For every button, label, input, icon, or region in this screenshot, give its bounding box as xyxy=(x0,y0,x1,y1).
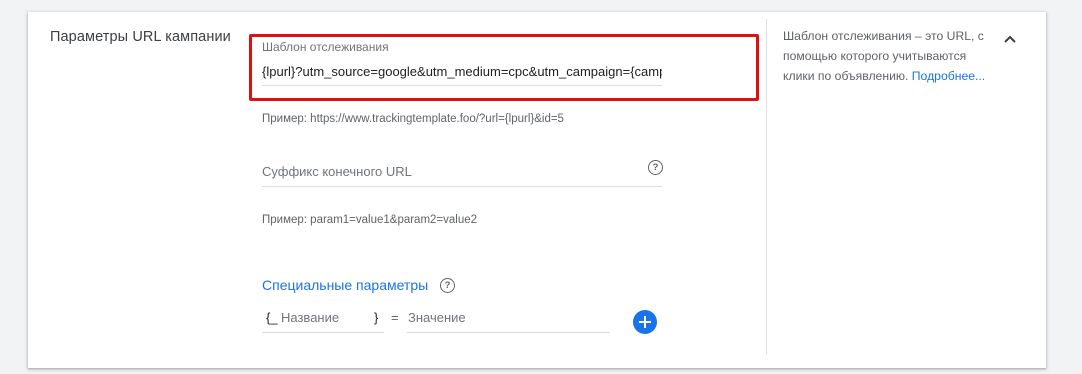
side-help: Шаблон отслеживания – это URL, с помощью… xyxy=(783,26,993,86)
custom-param-name-underline xyxy=(262,332,384,333)
help-circle-icon[interactable]: ? xyxy=(440,278,455,293)
final-url-suffix-input[interactable]: Суффикс конечного URL xyxy=(262,164,412,179)
custom-param-equals: = xyxy=(391,310,399,325)
custom-param-name-input[interactable]: Название xyxy=(281,310,339,325)
add-custom-param-button[interactable] xyxy=(633,310,657,334)
highlight-frame xyxy=(249,34,759,101)
custom-params-heading[interactable]: Специальные параметры xyxy=(262,277,428,293)
custom-param-close-brace: } xyxy=(374,310,379,325)
side-divider xyxy=(766,19,767,354)
plus-icon xyxy=(639,316,651,328)
learn-more-link[interactable]: Подробнее... xyxy=(912,69,985,83)
final-url-suffix-example: Пример: param1=value1&param2=value2 xyxy=(262,214,478,226)
chevron-up-icon xyxy=(1004,35,1016,43)
custom-param-value-input[interactable]: Значение xyxy=(408,310,466,325)
custom-param-value-underline xyxy=(407,332,610,333)
section-title: Параметры URL кампании xyxy=(50,29,231,45)
campaign-url-options-card: Параметры URL кампании Шаблон отслеживан… xyxy=(28,12,1046,368)
collapse-button[interactable] xyxy=(999,29,1021,49)
help-circle-icon[interactable]: ? xyxy=(648,160,663,175)
custom-param-open-brace: {_ xyxy=(266,310,278,325)
final-url-suffix-underline xyxy=(262,186,662,187)
tracking-template-example: Пример: https://www.trackingtemplate.foo… xyxy=(262,113,564,125)
